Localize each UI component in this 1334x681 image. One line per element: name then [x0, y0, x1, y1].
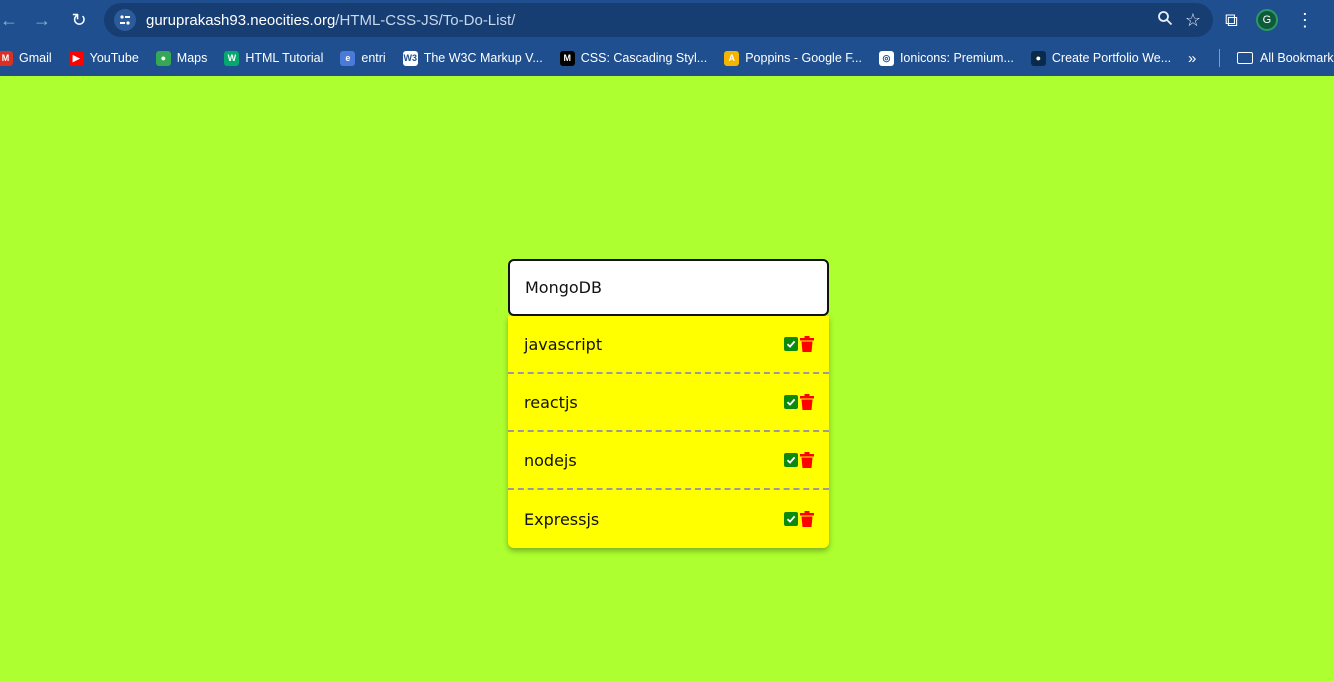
portfolio-icon: ●	[1030, 50, 1046, 66]
bookmarks-divider	[1219, 49, 1220, 67]
all-bookmarks-label: All Bookmarks	[1260, 51, 1334, 65]
url-path: /HTML-CSS-JS/To-Do-List/	[335, 11, 516, 29]
todo-item: javascript	[508, 316, 829, 374]
todo-item-text: reactjs	[524, 392, 578, 412]
browser-toolbar: ← → ↻ guruprakash93.neocities.org/HTML-C…	[0, 0, 1334, 40]
url-host: guruprakash93.neocities.org	[146, 11, 336, 29]
bookmark-portfolio[interactable]: ● Create Portfolio We...	[1030, 50, 1172, 66]
todo-list: javascript reactjs nodejs Expressjs	[508, 316, 829, 548]
complete-check-icon[interactable]	[784, 337, 798, 351]
todo-item-text: nodejs	[524, 450, 577, 470]
menu-icon[interactable]: ⋮	[1296, 10, 1314, 31]
bookmarks-bar: M Gmail ▶ YouTube ● Maps W HTML Tutorial e entri W…	[0, 40, 1334, 76]
entri-icon: e	[340, 50, 356, 66]
todo-item-actions	[784, 336, 814, 352]
bookmark-entri[interactable]: e entri	[340, 50, 386, 66]
bookmark-star-icon[interactable]: ☆	[1185, 10, 1201, 31]
w3c-icon: W3	[402, 50, 418, 66]
bookmark-label: YouTube	[89, 51, 139, 65]
bookmark-youtube[interactable]: ▶ YouTube	[68, 50, 139, 66]
bookmark-maps[interactable]: ● Maps	[155, 50, 208, 66]
youtube-icon: ▶	[68, 50, 84, 66]
bookmark-google-fonts[interactable]: A Poppins - Google F...	[724, 50, 862, 66]
forward-icon[interactable]: →	[27, 5, 57, 35]
profile-avatar[interactable]: G	[1255, 9, 1278, 31]
todo-item: Expressjs	[508, 490, 829, 548]
back-icon[interactable]: ←	[0, 5, 24, 35]
delete-trash-icon[interactable]	[800, 452, 814, 468]
complete-check-icon[interactable]	[784, 453, 798, 467]
folder-icon	[1237, 52, 1253, 64]
todo-item-text: Expressjs	[524, 509, 600, 529]
todo-app: javascript reactjs nodejs Expressjs	[508, 259, 829, 548]
bookmarks-list: M Gmail ▶ YouTube ● Maps W HTML Tutorial e entri W…	[0, 50, 1188, 66]
delete-trash-icon[interactable]	[800, 394, 814, 410]
bookmark-gmail[interactable]: M Gmail	[0, 50, 52, 66]
zoom-icon[interactable]	[1157, 10, 1173, 31]
bookmark-label: Create Portfolio We...	[1051, 51, 1172, 65]
complete-check-icon[interactable]	[784, 512, 798, 526]
url-text[interactable]: guruprakash93.neocities.org/HTML-CSS-JS/…	[146, 12, 515, 29]
todo-item: nodejs	[508, 432, 829, 490]
bookmark-ionicons[interactable]: ◎ Ionicons: Premium...	[878, 50, 1014, 66]
bookmark-w3c[interactable]: W3 The W3C Markup V...	[402, 50, 543, 66]
bookmark-mdn[interactable]: M CSS: Cascading Styl...	[559, 50, 708, 66]
bookmark-label: Gmail	[19, 51, 52, 65]
address-bar[interactable]: guruprakash93.neocities.org/HTML-CSS-JS/…	[104, 3, 1213, 37]
google-fonts-icon: A	[724, 50, 740, 66]
delete-trash-icon[interactable]	[800, 336, 814, 352]
reload-icon[interactable]: ↻	[64, 5, 94, 35]
bookmark-label: Poppins - Google F...	[745, 51, 862, 65]
bookmark-label: The W3C Markup V...	[423, 51, 543, 65]
bookmark-label: Ionicons: Premium...	[899, 51, 1014, 65]
todo-item-text: javascript	[524, 334, 603, 354]
bookmark-label: HTML Tutorial	[245, 51, 324, 65]
mdn-icon: M	[559, 50, 575, 66]
complete-check-icon[interactable]	[784, 395, 798, 409]
bookmark-label: CSS: Cascading Styl...	[580, 51, 708, 65]
todo-item-actions	[784, 511, 814, 527]
extensions-icon[interactable]: ⧉	[1225, 10, 1238, 31]
todo-item: reactjs	[508, 374, 829, 432]
todo-input[interactable]	[508, 259, 829, 316]
gmail-icon: M	[0, 50, 13, 66]
site-info-icon[interactable]	[114, 9, 136, 31]
delete-trash-icon[interactable]	[800, 511, 814, 527]
ionicons-icon: ◎	[878, 50, 894, 66]
more-bookmarks-icon[interactable]: »	[1188, 40, 1196, 76]
todo-item-actions	[784, 394, 814, 410]
maps-icon: ●	[155, 50, 171, 66]
bookmark-label: entri	[361, 51, 386, 65]
bookmark-w3schools[interactable]: W HTML Tutorial	[224, 50, 324, 66]
all-bookmarks-button[interactable]: All Bookmarks	[1237, 40, 1334, 76]
todo-item-actions	[784, 452, 814, 468]
bookmark-label: Maps	[176, 51, 208, 65]
w3schools-icon: W	[224, 50, 240, 66]
